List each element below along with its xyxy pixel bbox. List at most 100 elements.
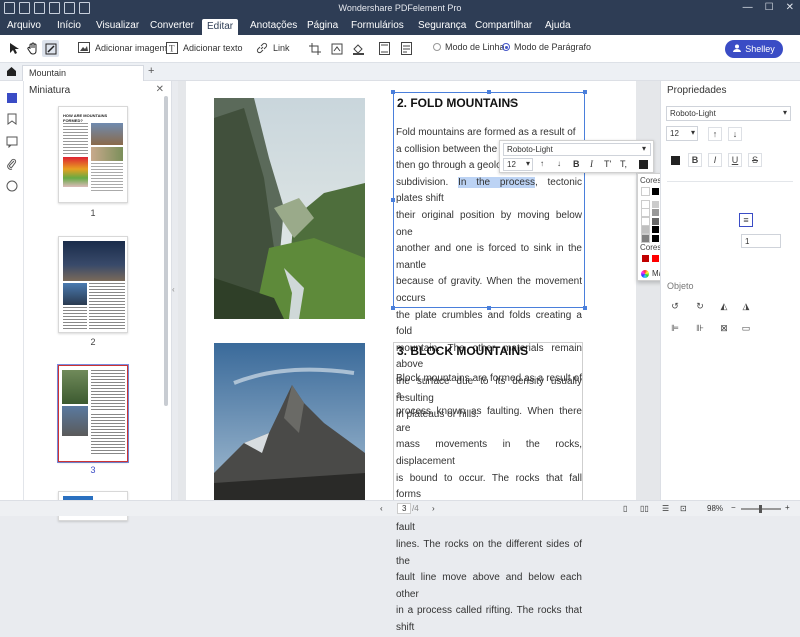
properties-size-select[interactable]: 12 ▾ [666,126,698,141]
italic-icon[interactable]: I [708,153,722,167]
selected-text[interactable]: In the process [458,176,535,188]
flip-horizontal-icon[interactable]: ◭ [717,299,731,313]
menu-arquivo[interactable]: Arquivo [7,20,41,31]
bold-icon[interactable]: B [573,159,580,169]
fit-width-icon[interactable]: ⊡ [680,504,687,513]
color-swatch[interactable] [651,209,659,216]
watermark-icon[interactable] [328,40,345,57]
add-text-button[interactable]: T Adicionar texto [166,42,243,54]
bookmark-icon[interactable] [6,113,18,125]
zoom-in-button[interactable]: + [785,503,790,512]
color-swatch[interactable] [641,199,650,209]
font-color-swatch[interactable] [671,156,680,165]
bates-number-icon[interactable] [398,40,415,57]
select-arrow-icon[interactable] [6,40,23,57]
menu-compartilhar[interactable]: Compartilhar [475,20,532,31]
color-swatch[interactable] [642,255,649,262]
menu-seguranca[interactable]: Segurança [418,20,466,31]
comment-icon[interactable] [6,180,18,192]
page-number-input[interactable]: 3 [397,503,412,514]
color-swatch[interactable] [651,226,659,233]
menu-ajuda[interactable]: Ajuda [545,20,571,31]
resize-handle[interactable] [583,90,587,94]
align-left-icon[interactable]: ⊫ [668,321,682,335]
annotation-icon[interactable] [6,136,18,149]
two-page-icon[interactable]: ▯▯ [640,504,649,513]
resize-handle[interactable] [487,90,491,94]
scroll-view-icon[interactable]: ☰ [662,504,669,513]
collapse-panel-icon[interactable]: ‹ [172,285,175,294]
paragraph-mode-radio[interactable] [502,43,510,51]
rotate-left-icon[interactable]: ↺ [668,299,682,313]
resize-handle[interactable] [391,306,395,310]
prev-page-button[interactable]: ‹ [380,504,383,513]
thumbnail-icon[interactable] [6,92,18,104]
rotate-right-icon[interactable]: ↻ [693,299,707,313]
bold-icon[interactable]: B [688,153,702,167]
replace-image-icon[interactable]: ⊠ [717,321,731,335]
menu-visualizar[interactable]: Visualizar [96,20,139,31]
subscript-icon[interactable]: T, [620,159,627,169]
menu-inicio[interactable]: Início [57,20,81,31]
color-swatch[interactable] [641,233,650,243]
thumbnail-page-2[interactable] [58,236,128,333]
header-footer-icon[interactable] [376,40,393,57]
color-swatch[interactable] [651,217,659,225]
menu-pagina[interactable]: Página [307,20,338,31]
line-spacing-input[interactable]: 1 [741,234,781,248]
link-button[interactable]: Link [256,42,290,54]
edit-text-icon[interactable] [42,40,59,57]
background-icon[interactable] [350,40,367,57]
tab-mountain[interactable]: Mountain [22,65,144,81]
color-swatch[interactable] [641,225,650,234]
home-icon[interactable] [6,66,17,80]
color-swatch[interactable] [641,187,650,196]
zoom-out-button[interactable]: − [731,503,736,512]
superscript-icon[interactable]: T' [604,159,611,169]
color-swatch[interactable] [641,208,650,217]
paragraph-mode-option[interactable]: Modo de Parágrafo [502,42,591,52]
line-mode-radio[interactable] [433,43,441,51]
menu-editar[interactable]: Editar [202,19,239,35]
thumbnail-page-1[interactable]: HOW ARE MOUNTAINS FORMED? [58,106,128,203]
thumbnail-page-3[interactable] [58,365,128,462]
next-page-button[interactable]: › [432,504,435,513]
properties-font-select[interactable]: Roboto-Light ▾ [666,106,791,121]
menu-converter[interactable]: Converter [150,20,194,31]
user-button[interactable]: Shelley [725,40,783,58]
color-swatch[interactable] [651,200,659,208]
increase-font-icon[interactable]: ↑ [540,159,544,168]
single-page-icon[interactable]: ▯ [623,504,627,513]
crop-icon[interactable] [306,40,323,57]
hand-icon[interactable] [24,40,41,57]
thumbnail-scrollbar[interactable] [164,96,168,406]
close-button[interactable]: ✕ [786,2,794,13]
add-image-button[interactable]: Adicionar imagem [78,42,167,53]
font-size-select[interactable]: 12 ▾ [503,158,533,171]
new-tab-button[interactable]: + [148,65,154,77]
menu-formularios[interactable]: Formulários [351,20,404,31]
menu-anotacoes[interactable]: Anotações [250,20,297,31]
crop-image-icon[interactable]: ▭ [739,321,753,335]
italic-icon[interactable]: I [590,159,593,169]
color-swatch[interactable] [651,234,659,242]
resize-handle[interactable] [391,198,395,202]
zoom-slider-thumb[interactable] [759,505,762,513]
color-swatch[interactable] [651,188,659,195]
close-panel-button[interactable]: ✕ [156,84,164,95]
color-swatch[interactable] [651,255,659,262]
resize-handle[interactable] [391,90,395,94]
font-color-icon[interactable] [639,160,648,169]
increase-font-icon[interactable]: ↑ [708,127,722,141]
align-center-icon[interactable]: ⊪ [693,321,707,335]
color-swatch[interactable] [641,216,650,226]
attachment-icon[interactable] [6,158,18,170]
align-justify-icon[interactable]: ≡ [739,213,753,227]
decrease-font-icon[interactable]: ↓ [557,159,561,168]
minimize-button[interactable]: — [743,2,753,13]
flip-vertical-icon[interactable]: ◮ [739,299,753,313]
block-mountains-heading[interactable]: 3. BLOCK MOUNTAINS [397,344,528,358]
line-mode-option[interactable]: Modo de Linha [433,42,505,52]
decrease-font-icon[interactable]: ↓ [728,127,742,141]
font-select[interactable]: Roboto-Light ▾ [503,143,651,156]
